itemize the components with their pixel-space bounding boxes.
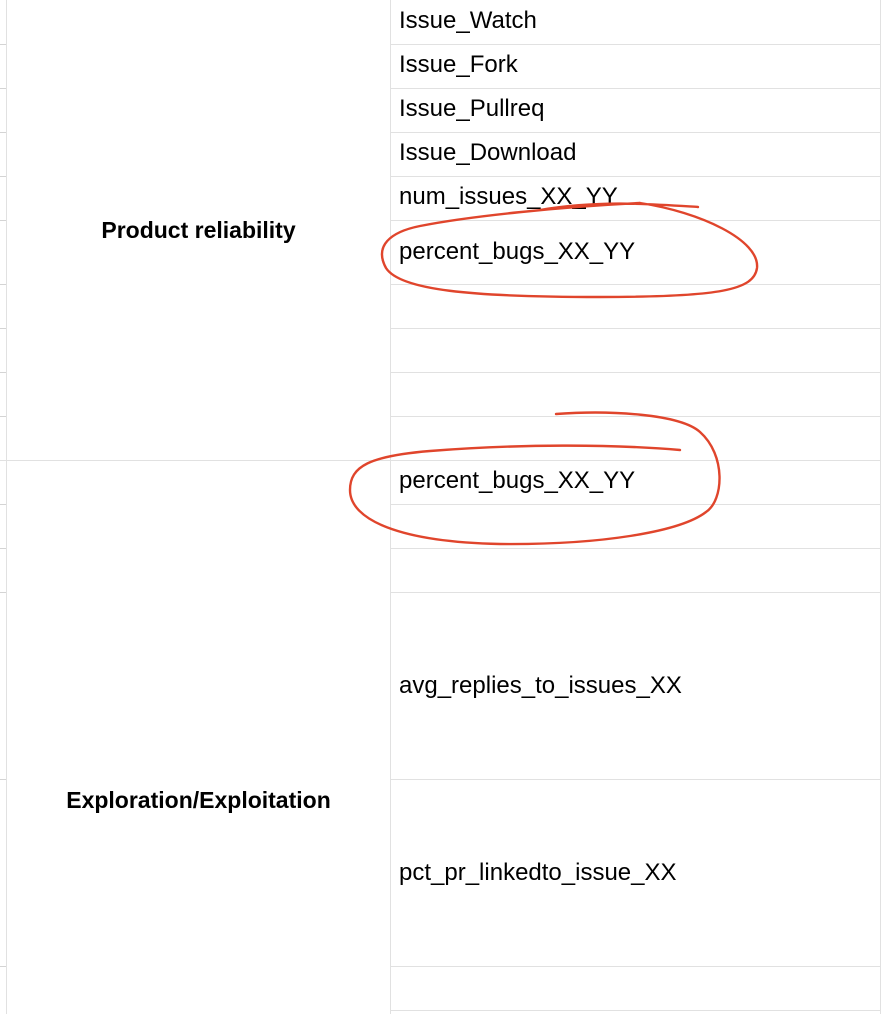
empty-cell[interactable] [391, 329, 880, 372]
row-stub [0, 176, 6, 177]
metric-cell-issue-fork[interactable]: Issue_Fork [399, 51, 518, 79]
category-cell-product-reliability[interactable]: Product reliability [6, 216, 391, 244]
row-stub [0, 132, 6, 133]
metric-cell-issue-download[interactable]: Issue_Download [399, 139, 576, 167]
row-stub [0, 372, 6, 373]
empty-cell[interactable] [391, 967, 880, 1010]
row-line [391, 592, 880, 593]
category-cell-exploration-exploitation[interactable]: Exploration/Exploitation [6, 786, 391, 814]
row-stub [0, 416, 6, 417]
right-column-edge [880, 0, 881, 1014]
row-line [391, 44, 880, 45]
empty-cell[interactable] [391, 417, 880, 460]
row-stub [0, 592, 6, 593]
spreadsheet-grid: Product reliability Exploration/Exploita… [0, 0, 890, 1014]
row-stub [0, 966, 6, 967]
row-line [391, 220, 880, 221]
row-stub [0, 779, 6, 780]
metric-cell-avg-replies-to-issues[interactable]: avg_replies_to_issues_XX [399, 672, 682, 700]
empty-cell[interactable] [391, 285, 880, 328]
metric-cell-percent-bugs[interactable]: percent_bugs_XX_YY [399, 467, 635, 495]
empty-cell[interactable] [391, 549, 880, 592]
metric-cell-percent-bugs[interactable]: percent_bugs_XX_YY [399, 238, 635, 266]
row-stub [0, 88, 6, 89]
row-stub [0, 548, 6, 549]
row-line [391, 88, 880, 89]
metric-cell-pct-pr-linkedto-issue[interactable]: pct_pr_linkedto_issue_XX [399, 859, 677, 887]
row-stub [0, 504, 6, 505]
row-line [391, 176, 880, 177]
left-column-edge [6, 0, 7, 1014]
row-stub [0, 44, 6, 45]
row-line [391, 1010, 880, 1011]
group-divider [0, 460, 880, 461]
metric-cell-issue-pullreq[interactable]: Issue_Pullreq [399, 95, 544, 123]
row-stub [0, 328, 6, 329]
row-line [391, 779, 880, 780]
metric-cell-num-issues[interactable]: num_issues_XX_YY [399, 183, 618, 211]
empty-cell[interactable] [391, 505, 880, 548]
metric-cell-issue-watch[interactable]: Issue_Watch [399, 7, 537, 35]
row-line [391, 132, 880, 133]
empty-cell[interactable] [391, 373, 880, 416]
row-stub [0, 284, 6, 285]
